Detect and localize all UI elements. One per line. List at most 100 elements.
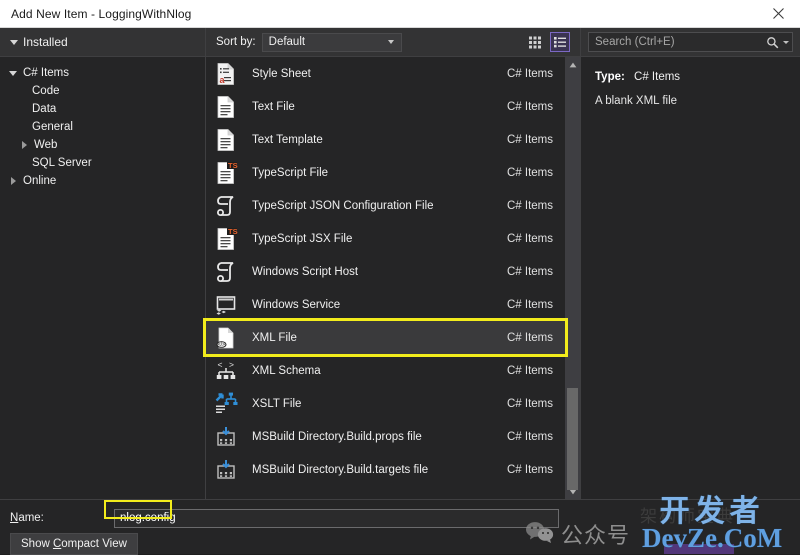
chevron-down-icon[interactable] — [783, 40, 789, 44]
list-item-category: C# Items — [506, 133, 553, 146]
list-item-name: TypeScript JSON Configuration File — [252, 199, 434, 212]
add-new-item-dialog: Add New Item - LoggingWithNlog Installed… — [0, 0, 800, 555]
chevron-down-icon — [387, 40, 394, 44]
list-item-category: C# Items — [506, 298, 553, 311]
list-item-category: C# Items — [506, 331, 553, 344]
tree-item-web[interactable]: Web — [0, 136, 205, 154]
template-list-pane: Sort by: Default a Style Sheet C# Items … — [206, 28, 581, 499]
list-item-name: MSBuild Directory.Build.props file — [252, 430, 422, 443]
installed-header[interactable]: Installed — [0, 28, 205, 57]
tree-item-data[interactable]: Data — [0, 100, 205, 118]
list-item-name: XML File — [252, 331, 297, 344]
name-input-value: nlog.config — [120, 512, 176, 524]
list-item-name: MSBuild Directory.Build.targets file — [252, 463, 429, 476]
chevron-down-icon — [10, 38, 19, 47]
search-icon[interactable] — [766, 36, 779, 49]
tree-item-label: C# Items — [23, 67, 70, 79]
typescript-json-icon — [214, 194, 238, 218]
list-item[interactable]: XSLT File C# Items — [206, 387, 565, 420]
sort-by-dropdown[interactable]: Default — [261, 32, 402, 52]
name-row: Name: nlog.config — [0, 500, 800, 530]
chevron-down-icon[interactable] — [9, 69, 18, 78]
installed-pane: Installed C# Items Code Data General Web SQL … — [0, 28, 206, 499]
caret-up-icon — [569, 62, 576, 67]
msbuild-targets-icon — [214, 458, 238, 482]
list-item[interactable]: TypeScript JSON Configuration File C# Ite… — [206, 189, 565, 222]
close-button[interactable] — [756, 0, 800, 27]
list-item[interactable]: < > XML Schema C# Items — [206, 354, 565, 387]
scroll-up-button[interactable] — [565, 57, 580, 72]
svg-text:<: < — [218, 359, 223, 369]
tree-item-general[interactable]: General — [0, 118, 205, 136]
list-item[interactable]: Windows Service C# Items — [206, 288, 565, 321]
list-item[interactable]: Windows Script Host C# Items — [206, 255, 565, 288]
name-input[interactable]: nlog.config — [114, 508, 559, 528]
grid-view-icon — [529, 36, 541, 49]
text-template-icon — [214, 128, 238, 152]
page-title: Add New Item - LoggingWithNlog — [11, 6, 192, 21]
style-sheet-icon: a — [214, 62, 238, 86]
chevron-right-icon[interactable] — [20, 140, 29, 150]
svg-text:>: > — [229, 359, 234, 369]
close-icon — [772, 8, 784, 19]
tree-item-label: Web — [34, 139, 58, 151]
list-toolbar: Sort by: Default — [206, 28, 580, 57]
scrollbar-thumb[interactable] — [567, 388, 578, 490]
list-item-name: Text Template — [252, 133, 323, 146]
svg-text:</>: </> — [218, 342, 226, 348]
purple-watermark-bar — [664, 544, 734, 554]
list-item[interactable]: MSBuild Directory.Build.targets file C# I… — [206, 453, 565, 486]
list-item-name: XML Schema — [252, 364, 321, 377]
installed-header-label: Installed — [23, 35, 68, 49]
grid-view-button[interactable] — [525, 32, 545, 52]
text-file-icon — [214, 95, 238, 119]
name-label-text: ame: — [18, 512, 44, 524]
svg-text:TS: TS — [228, 161, 238, 170]
tree-item-label: Code — [32, 85, 60, 97]
list-item[interactable]: TS TypeScript JSX File C# Items — [206, 222, 565, 255]
tree-item-c-items[interactable]: C# Items — [0, 64, 205, 82]
typescript-jsx-icon: TS — [214, 227, 238, 251]
tree-item-label: General — [32, 121, 73, 133]
magnifier-icon — [767, 36, 779, 48]
tree-item-label: Online — [23, 175, 57, 187]
list-item-category: C# Items — [506, 397, 553, 410]
list-item-category: C# Items — [506, 463, 553, 476]
list-item[interactable]: </> XML File C# Items — [206, 321, 565, 354]
dialog-body: Installed C# Items Code Data General Web SQL … — [0, 28, 800, 555]
details-content: Type: C# Items A blank XML file — [581, 57, 800, 499]
list-item-name: Text File — [252, 100, 295, 113]
list-item[interactable]: Text File C# Items — [206, 90, 565, 123]
detail-type-value: C# Items — [634, 71, 681, 83]
tree-item-code[interactable]: Code — [0, 82, 205, 100]
detail-description: A blank XML file — [595, 95, 678, 107]
list-item[interactable]: MSBuild Directory.Build.props file C# Ite… — [206, 420, 565, 453]
search-input[interactable]: Search (Ctrl+E) — [588, 32, 793, 52]
scrollbar-track[interactable] — [565, 72, 580, 490]
list-scroll-region: a Style Sheet C# Items Text File C# Items Tex… — [206, 57, 580, 499]
list-view-button[interactable] — [550, 32, 570, 52]
list-item[interactable]: TS TypeScript File C# Items — [206, 156, 565, 189]
template-item-list: a Style Sheet C# Items Text File C# Items Tex… — [206, 57, 565, 499]
title-bar: Add New Item - LoggingWithNlog — [0, 0, 800, 28]
list-view-icon — [554, 37, 566, 48]
detail-type-row: Type: C# Items — [595, 71, 786, 83]
chevron-right-icon[interactable] — [9, 176, 18, 186]
tree-item-online[interactable]: Online — [0, 172, 205, 190]
tree-item-sql-server[interactable]: SQL Server — [0, 154, 205, 172]
list-item[interactable]: a Style Sheet C# Items — [206, 57, 565, 90]
name-label: Name: — [10, 512, 44, 524]
details-pane: Search (Ctrl+E) Type: C# Items A blank X… — [581, 28, 800, 499]
show-compact-view-button[interactable]: Show Compact View — [10, 533, 138, 555]
show-compact-view-label: Show Compact View — [21, 538, 127, 550]
list-item-category: C# Items — [506, 100, 553, 113]
sort-by-value: Default — [268, 36, 306, 48]
windows-service-icon — [214, 293, 238, 317]
detail-type-label: Type: — [595, 71, 625, 83]
list-item-category: C# Items — [506, 166, 553, 179]
list-item-category: C# Items — [506, 232, 553, 245]
list-item[interactable]: Text Template C# Items — [206, 123, 565, 156]
list-item-name: Windows Service — [252, 298, 341, 311]
list-item-name: TypeScript File — [252, 166, 329, 179]
list-scrollbar[interactable] — [565, 57, 580, 499]
